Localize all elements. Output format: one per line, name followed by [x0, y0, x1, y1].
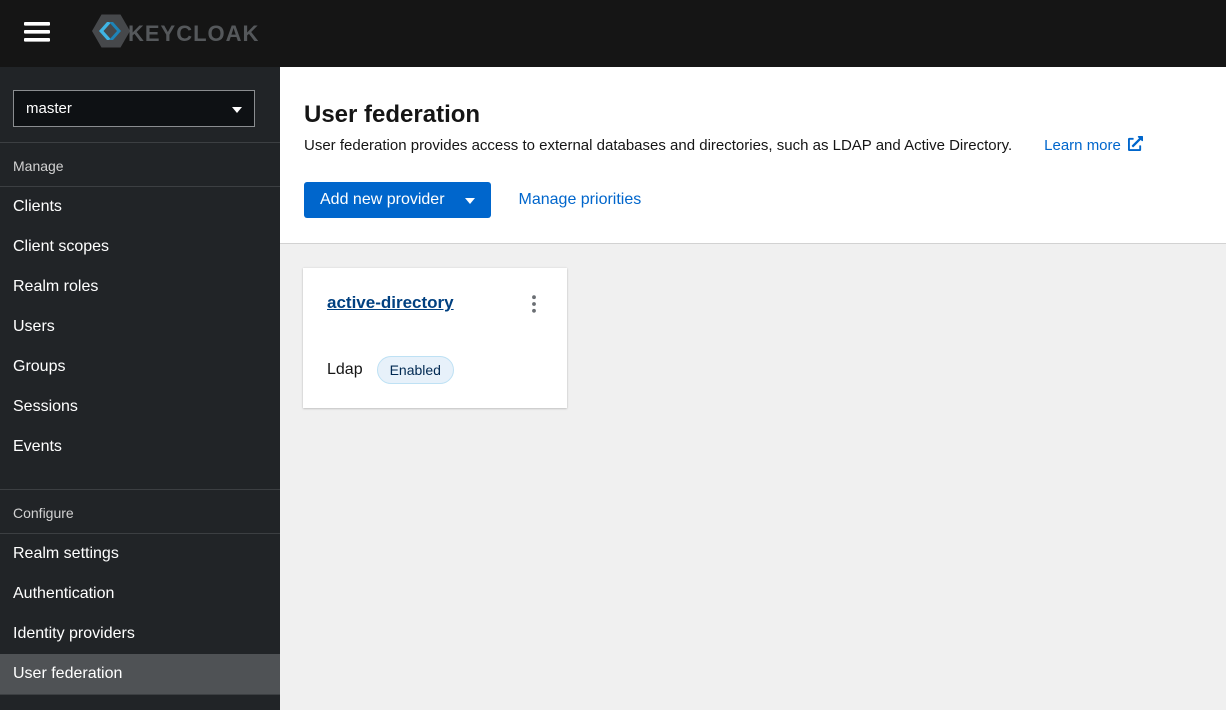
keycloak-logo-icon — [86, 10, 134, 57]
sidebar-item-identity-providers[interactable]: Identity providers — [0, 614, 280, 654]
page-description-row: User federation provides access to exter… — [304, 136, 1202, 155]
providers-area: active-directory Ldap Enabled — [280, 244, 1226, 432]
masthead: KEYCLOAK — [0, 0, 1226, 67]
sidebar-item-realm-roles[interactable]: Realm roles — [0, 267, 280, 307]
keycloak-logo: KEYCLOAK — [86, 10, 259, 57]
sidebar-item-clients[interactable]: Clients — [0, 187, 280, 227]
provider-card: active-directory Ldap Enabled — [303, 268, 567, 408]
provider-card-body: Ldap Enabled — [327, 356, 543, 384]
sidebar: master Manage Clients Client scopes Real… — [0, 67, 280, 710]
add-new-provider-button[interactable]: Add new provider — [304, 182, 491, 218]
add-new-provider-label: Add new provider — [320, 191, 445, 208]
kebab-icon — [531, 295, 537, 316]
external-link-icon — [1127, 136, 1143, 155]
nav-toggle-button[interactable] — [14, 12, 60, 55]
kebab-menu-button[interactable] — [525, 293, 543, 318]
nav-list-configure: Realm settings Authentication Identity p… — [0, 534, 280, 694]
app-window: KEYCLOAK master Manage Clients Client sc… — [0, 0, 1226, 710]
caret-down-icon — [464, 191, 475, 209]
sidebar-item-groups[interactable]: Groups — [0, 347, 280, 387]
nav-section-manage: Manage — [13, 158, 64, 174]
realm-selector[interactable]: master — [13, 90, 255, 127]
sidebar-item-user-federation[interactable]: User federation — [0, 654, 280, 694]
sidebar-item-authentication[interactable]: Authentication — [0, 574, 280, 614]
nav-section-configure: Configure — [13, 505, 74, 521]
provider-card-header: active-directory — [327, 293, 543, 318]
nav-list-manage: Clients Client scopes Realm roles Users … — [0, 187, 280, 467]
realm-selector-value: master — [26, 100, 72, 117]
learn-more-label: Learn more — [1044, 137, 1121, 154]
divider — [0, 694, 280, 695]
chevron-down-icon — [232, 100, 242, 117]
learn-more-link[interactable]: Learn more — [1044, 136, 1143, 155]
page-title: User federation — [304, 101, 481, 128]
sidebar-item-realm-settings[interactable]: Realm settings — [0, 534, 280, 574]
manage-priorities-link[interactable]: Manage priorities — [519, 191, 642, 209]
provider-type-label: Ldap — [327, 361, 363, 378]
sidebar-item-sessions[interactable]: Sessions — [0, 387, 280, 427]
provider-card-title-link[interactable]: active-directory — [327, 293, 454, 313]
keycloak-logo-text: KEYCLOAK — [128, 20, 260, 46]
sidebar-item-client-scopes[interactable]: Client scopes — [0, 227, 280, 267]
sidebar-item-events[interactable]: Events — [0, 427, 280, 467]
toolbar: Add new provider Manage priorities — [304, 182, 1202, 218]
page-body: master Manage Clients Client scopes Real… — [0, 67, 1226, 710]
page-header: User federation User federation provides… — [280, 67, 1226, 244]
hamburger-icon — [24, 22, 50, 45]
sidebar-item-users[interactable]: Users — [0, 307, 280, 347]
status-badge-enabled: Enabled — [376, 356, 454, 384]
main-content: User federation User federation provides… — [280, 67, 1226, 710]
page-description: User federation provides access to exter… — [304, 137, 1013, 154]
